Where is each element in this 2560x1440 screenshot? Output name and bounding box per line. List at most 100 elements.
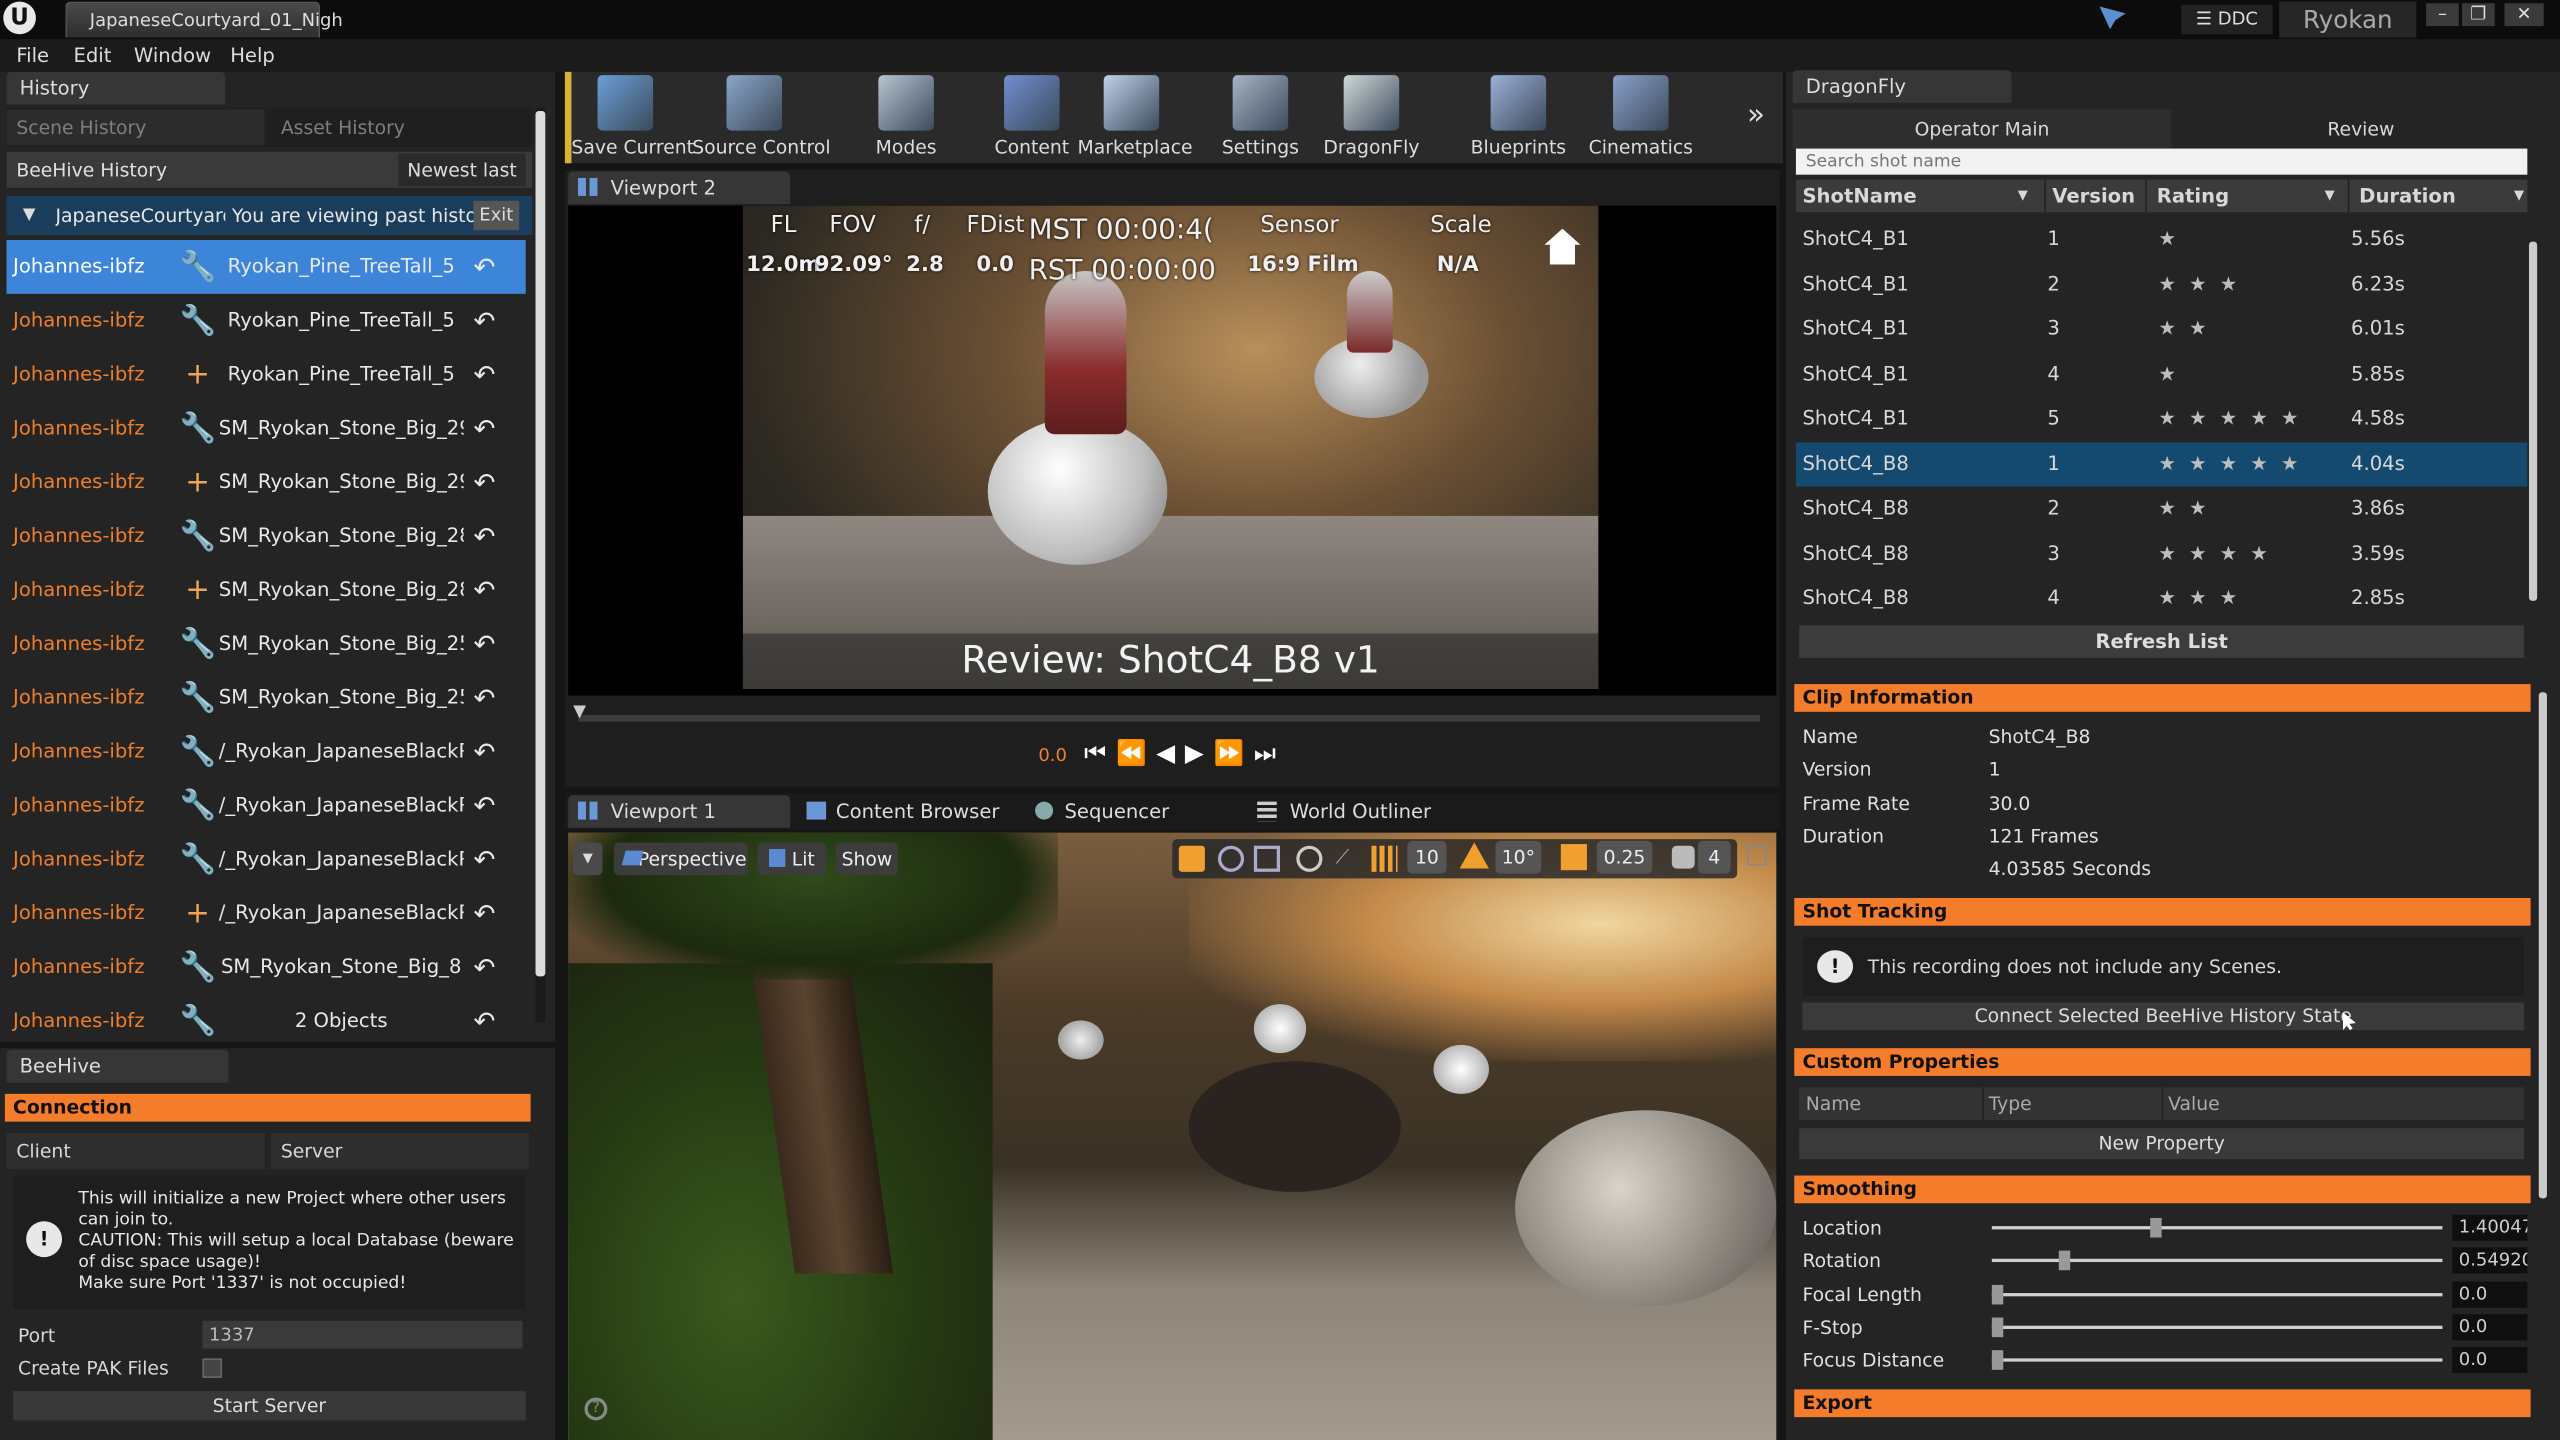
- expand-arrow-icon[interactable]: ▼: [23, 196, 36, 235]
- smoothing-f-stop-slider[interactable]: [1991, 1317, 2443, 1337]
- tab-viewport-2[interactable]: Viewport 2: [568, 171, 791, 205]
- shot-row[interactable]: ShotC4_B1 2 ★★★ 6.23s: [1796, 262, 2527, 306]
- undo-icon[interactable]: ↶: [473, 563, 495, 617]
- history-row[interactable]: Johannes-ibfz 🔧 SM_Ryokan_Stone_Big_8 ↶: [7, 940, 526, 994]
- custom-col-type[interactable]: Type: [1982, 1087, 2032, 1120]
- undo-icon[interactable]: ↶: [473, 402, 495, 456]
- shot-rating-stars[interactable]: ★★★★: [2158, 531, 2281, 575]
- menu-help[interactable]: Help: [230, 39, 275, 72]
- translate-icon[interactable]: [1178, 845, 1205, 872]
- undo-icon[interactable]: ↶: [473, 348, 495, 402]
- undo-icon[interactable]: ↶: [473, 887, 495, 941]
- play-icon[interactable]: ▶: [1185, 738, 1214, 767]
- exit-history-button[interactable]: Exit: [473, 200, 520, 231]
- minimize-button[interactable]: –: [2426, 3, 2459, 27]
- history-scroll-thumb[interactable]: [535, 111, 546, 977]
- undo-icon[interactable]: ↶: [473, 779, 495, 833]
- smoothing-location-slider[interactable]: [1991, 1217, 2443, 1238]
- refresh-list-button[interactable]: Refresh List: [1799, 625, 2525, 658]
- lit-button[interactable]: Lit: [757, 842, 827, 876]
- col-shotname-sort-icon[interactable]: ▼: [2018, 180, 2028, 213]
- tab-server[interactable]: Server: [271, 1133, 529, 1169]
- slider-handle[interactable]: [1991, 1284, 2004, 1304]
- menu-file[interactable]: File: [16, 39, 49, 72]
- slider-handle[interactable]: [2059, 1251, 2071, 1271]
- toolbar-button-cinematics[interactable]: Cinematics: [1587, 75, 1695, 160]
- shot-row[interactable]: ShotC4_B8 4 ★★★ 2.85s: [1796, 576, 2527, 620]
- shot-row[interactable]: ShotC4_B1 3 ★★ 6.01s: [1796, 307, 2527, 351]
- play-reverse-icon[interactable]: ◀: [1156, 738, 1185, 767]
- shot-row[interactable]: ShotC4_B8 1 ★★★★★ 4.04s: [1795, 441, 2528, 486]
- tab-beehive[interactable]: BeeHive: [6, 1049, 229, 1083]
- tab-operator-main[interactable]: Operator Main: [1792, 109, 2172, 149]
- ddc-button[interactable]: ☰ DDC: [2181, 4, 2273, 35]
- smoothing-location-value[interactable]: 1.40047: [2452, 1214, 2528, 1241]
- tab-review[interactable]: Review: [2171, 109, 2551, 149]
- shot-rating-stars[interactable]: ★★★★★: [2158, 442, 2311, 486]
- grid-snap-icon[interactable]: [1371, 845, 1398, 872]
- shot-list-scrollbar[interactable]: [2528, 241, 2538, 601]
- smoothing-focal-length-slider[interactable]: [1991, 1284, 2443, 1304]
- tab-history[interactable]: History: [6, 71, 226, 105]
- shot-row[interactable]: ShotC4_B8 2 ★★ 3.86s: [1796, 487, 2527, 531]
- smoothing-focus-distance-slider[interactable]: [1991, 1350, 2443, 1371]
- toolbar-button-source-control[interactable]: Source Control: [692, 75, 831, 160]
- toolbar-button-content[interactable]: Content: [986, 75, 1077, 160]
- camera-speed-value[interactable]: 4: [1697, 840, 1731, 874]
- shot-row[interactable]: ShotC4_B1 1 ★ 5.56s: [1796, 217, 2527, 261]
- shot-rating-stars[interactable]: ★★: [2158, 307, 2219, 351]
- new-property-button[interactable]: New Property: [1799, 1128, 2525, 1160]
- grid-size-value[interactable]: 10: [1407, 840, 1447, 874]
- toolbar-button-modes[interactable]: Modes: [865, 75, 947, 160]
- skip-to-end-icon[interactable]: ⏭: [1254, 738, 1286, 767]
- undo-icon[interactable]: ↶: [473, 994, 495, 1048]
- history-row[interactable]: Johannes-ibfz 🔧 SM_Ryokan_Stone_Big_25 ↶: [7, 671, 526, 725]
- camera-speed-icon[interactable]: [1671, 845, 1695, 869]
- shot-rating-stars[interactable]: ★★: [2158, 487, 2219, 531]
- level-tab[interactable]: JapaneseCourtyard_01_Nigh: [65, 1, 343, 38]
- review-timeline[interactable]: [577, 715, 1760, 722]
- scale-icon[interactable]: [1253, 845, 1280, 872]
- step-back-icon[interactable]: ⏪: [1116, 738, 1156, 767]
- history-row[interactable]: Johannes-ibfz + /_Ryokan_JapaneseBlackPine…: [7, 887, 526, 941]
- history-row[interactable]: Johannes-ibfz + SM_Ryokan_Stone_Big_28 ↶: [7, 563, 526, 617]
- dragonfly-scrollbar[interactable]: [2538, 692, 2547, 1199]
- col-duration[interactable]: Duration ▼: [2347, 179, 2528, 213]
- viewport-options-button[interactable]: ▼: [573, 842, 603, 876]
- tab-scene-history[interactable]: Scene History: [6, 109, 265, 146]
- history-row[interactable]: Johannes-ibfz + Ryokan_Pine_TreeTall_5 ↶: [7, 348, 526, 402]
- undo-icon[interactable]: ↶: [473, 456, 495, 510]
- tab-content-browser[interactable]: Content Browser: [807, 795, 1000, 828]
- port-input[interactable]: 1337: [202, 1320, 523, 1349]
- undo-icon[interactable]: ↶: [473, 725, 495, 779]
- menu-window[interactable]: Window: [134, 39, 211, 72]
- world-space-icon[interactable]: [1296, 845, 1323, 872]
- rotate-icon[interactable]: [1217, 845, 1245, 872]
- tab-dragonfly[interactable]: DragonFly: [1792, 70, 2012, 103]
- undo-icon[interactable]: ↶: [473, 294, 495, 348]
- smoothing-focus-distance-value[interactable]: 0.0: [2452, 1347, 2528, 1374]
- col-rating[interactable]: Rating ▼: [2145, 179, 2341, 213]
- col-duration-sort-icon[interactable]: ▼: [2514, 180, 2524, 213]
- rotation-snap-value[interactable]: 10°: [1495, 840, 1542, 874]
- history-row[interactable]: Johannes-ibfz 🔧/_Ryokan_JapaneseBlackPine…: [7, 779, 526, 833]
- col-version[interactable]: Version: [2044, 179, 2142, 213]
- shot-rating-stars[interactable]: ★: [2158, 217, 2189, 261]
- start-server-button[interactable]: Start Server: [13, 1391, 526, 1421]
- maximize-button[interactable]: ❐: [2462, 3, 2495, 27]
- maximize-viewport-icon[interactable]: [1746, 845, 1767, 866]
- shot-row[interactable]: ShotC4_B8 3 ★★★★ 3.59s: [1796, 531, 2527, 575]
- custom-col-name[interactable]: Name: [1806, 1087, 1861, 1120]
- show-button[interactable]: Show: [835, 842, 898, 876]
- toolbar-button-marketplace[interactable]: Marketplace: [1078, 75, 1193, 160]
- history-row[interactable]: Johannes-ibfz 🔧 Ryokan_Pine_TreeTall_5 ↶: [7, 294, 526, 348]
- undo-icon[interactable]: ↶: [473, 617, 495, 671]
- smoothing-focal-length-value[interactable]: 0.0: [2452, 1280, 2528, 1308]
- close-button[interactable]: ✕: [2504, 3, 2544, 27]
- tab-sequencer[interactable]: Sequencer: [1035, 795, 1169, 828]
- history-row[interactable]: Johannes-ibfz + SM_Ryokan_Stone_Big_29 ↶: [7, 456, 526, 510]
- toolbar-button-save-current[interactable]: Save Current: [571, 75, 694, 160]
- shot-row[interactable]: ShotC4_B1 4 ★ 5.85s: [1796, 352, 2527, 396]
- history-row[interactable]: Johannes-ibfz 🔧 SM_Ryokan_Stone_Big_28 ↶: [7, 509, 526, 563]
- tab-world-outliner[interactable]: World Outliner: [1257, 795, 1431, 828]
